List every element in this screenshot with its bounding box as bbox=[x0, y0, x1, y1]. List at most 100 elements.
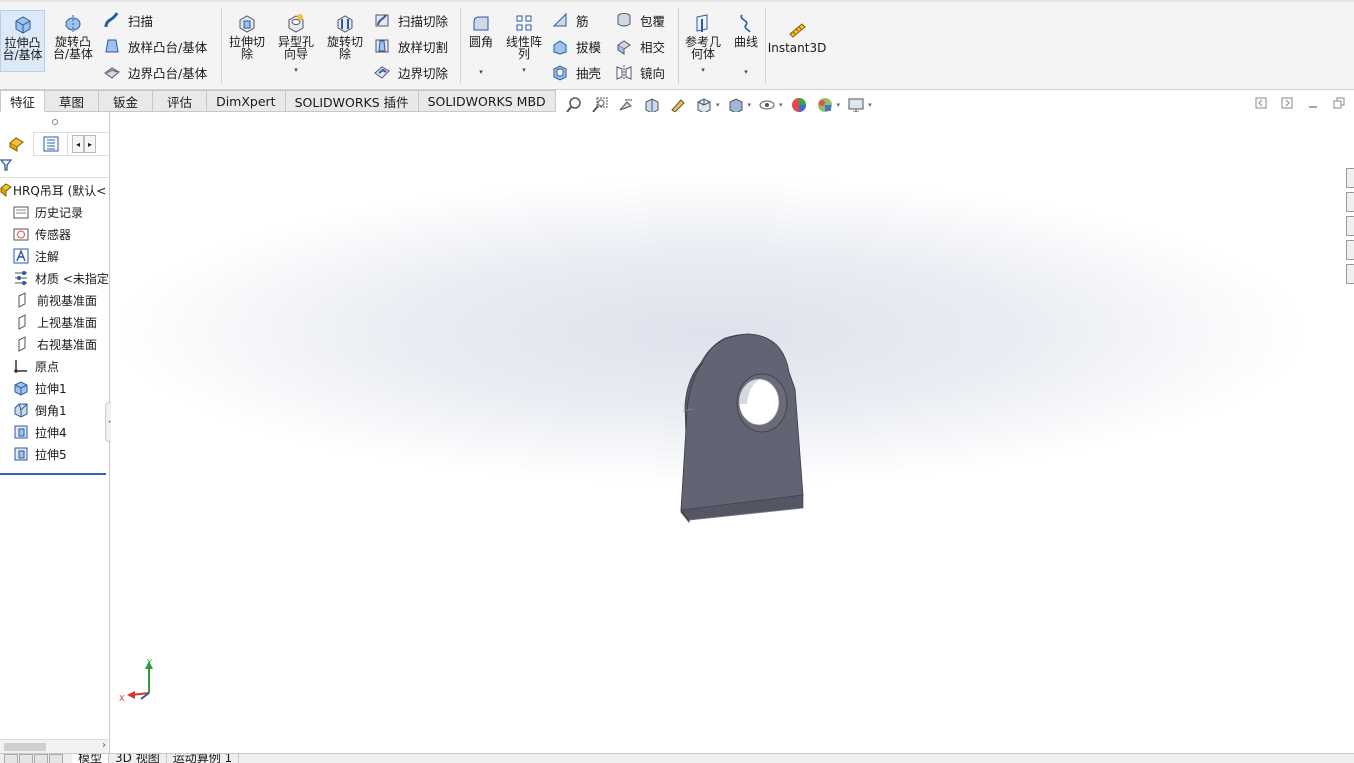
tree-item-part-root[interactable]: HRQ吊耳 (默认< bbox=[0, 179, 109, 201]
task-pane-tab[interactable] bbox=[1346, 240, 1354, 260]
hole-wizard-button[interactable]: 异型孔 向导 ▾ bbox=[274, 12, 318, 76]
extrude-cut-feature-icon bbox=[12, 445, 30, 463]
wrap-button[interactable]: 包覆 bbox=[614, 10, 665, 30]
boundary-boss-button[interactable]: 边界凸台/基体 bbox=[102, 62, 207, 82]
restore-icon[interactable] bbox=[1332, 96, 1346, 110]
extrude-boss-button[interactable]: 拉伸凸 台/基体 bbox=[0, 10, 45, 72]
lifting-lug-model[interactable] bbox=[679, 332, 839, 532]
tab-nav-first-icon[interactable] bbox=[4, 754, 18, 763]
sweep-button[interactable]: 扫描 bbox=[102, 10, 153, 30]
tree-item-label: 拉伸1 bbox=[35, 381, 67, 396]
loft-cut-button[interactable]: 放样切割 bbox=[372, 36, 448, 56]
tree-item-extrude4[interactable]: 拉伸4 bbox=[0, 421, 109, 443]
tab-nav-last-icon[interactable] bbox=[49, 754, 63, 763]
view-orientation-dropdown[interactable]: ▾ bbox=[716, 101, 720, 109]
curves-button[interactable]: 曲线 ▾ bbox=[730, 12, 762, 78]
tab-nav-next-icon[interactable] bbox=[34, 754, 48, 763]
tree-item-material[interactable]: 材质 <未指定 bbox=[0, 267, 109, 289]
tab-scroll-left-icon[interactable]: ◂ bbox=[72, 135, 84, 153]
tab-scroll-right-icon[interactable]: ▸ bbox=[84, 135, 96, 153]
hide-show-dropdown[interactable]: ▾ bbox=[779, 101, 783, 109]
boundary-cut-button[interactable]: 边界切除 bbox=[372, 62, 448, 82]
model-view-tabs: 模型 3D 视图 运动算例 1 bbox=[0, 753, 1354, 763]
rib-button[interactable]: 筋 bbox=[550, 10, 589, 30]
triad-x-label: X bbox=[119, 694, 125, 703]
boundary-cut-label: 边界切除 bbox=[398, 65, 449, 81]
linear-pattern-button[interactable]: 线性阵 列 ▾ bbox=[502, 12, 546, 76]
minimize-icon[interactable] bbox=[1306, 96, 1320, 110]
panel-grip[interactable] bbox=[0, 112, 109, 132]
extrude-boss-label: 拉伸凸 台/基体 bbox=[2, 36, 43, 62]
tab-features[interactable]: 特征 bbox=[0, 90, 46, 112]
tree-item-extrude5[interactable]: 拉伸5 bbox=[0, 443, 109, 465]
loft-boss-icon bbox=[102, 37, 122, 55]
tree-item-extrude1[interactable]: 拉伸1 bbox=[0, 377, 109, 399]
tab-motion-study[interactable]: 运动算例 1 bbox=[167, 754, 240, 763]
task-pane-tab[interactable] bbox=[1346, 168, 1354, 188]
curves-dropdown[interactable]: ▾ bbox=[744, 66, 748, 78]
tab-sketch[interactable]: 草图 bbox=[45, 90, 100, 112]
hole-wizard-dropdown[interactable]: ▾ bbox=[294, 64, 298, 76]
linear-pattern-icon bbox=[512, 12, 536, 34]
display-style-dropdown[interactable]: ▾ bbox=[748, 101, 752, 109]
sweep-cut-label: 扫描切除 bbox=[398, 13, 449, 29]
task-pane-tab[interactable] bbox=[1346, 216, 1354, 236]
scroll-right-icon[interactable]: › bbox=[102, 740, 106, 751]
sweep-cut-button[interactable]: 扫描切除 bbox=[372, 10, 448, 30]
scrollbar-thumb[interactable] bbox=[4, 743, 46, 751]
panel-horizontal-scrollbar[interactable]: › bbox=[0, 739, 108, 753]
tab-solidworks-addins[interactable]: SOLIDWORKS 插件 bbox=[285, 90, 419, 112]
tab-sheet-metal[interactable]: 钣金 bbox=[99, 90, 154, 112]
tab-3d-views[interactable]: 3D 视图 bbox=[109, 754, 167, 763]
tree-item-annotations[interactable]: 注解 bbox=[0, 245, 109, 267]
boundary-cut-icon bbox=[372, 63, 392, 81]
reference-geometry-button[interactable]: 参考几 何体 ▾ bbox=[682, 12, 724, 76]
tree-item-chamfer1[interactable]: 倒角1 bbox=[0, 399, 109, 421]
reference-geometry-dropdown[interactable]: ▾ bbox=[701, 64, 705, 76]
tab-dimxpert[interactable]: DimXpert bbox=[207, 90, 286, 112]
plane-icon bbox=[14, 335, 32, 353]
tree-item-right-plane[interactable]: 右视基准面 bbox=[0, 333, 109, 355]
fillet-dropdown[interactable]: ▾ bbox=[479, 66, 483, 78]
tree-item-sensors[interactable]: 传感器 bbox=[0, 223, 109, 245]
tile-right-icon[interactable] bbox=[1280, 96, 1294, 110]
tab-model[interactable]: 模型 bbox=[72, 754, 110, 763]
revolve-cut-button[interactable]: 旋转切 除 bbox=[323, 12, 367, 60]
graphics-area[interactable]: Y X bbox=[111, 112, 1354, 753]
chamfer-feature-icon bbox=[12, 401, 30, 419]
extrude-cut-label: 拉伸切 除 bbox=[228, 35, 265, 61]
loft-cut-icon bbox=[372, 37, 392, 55]
property-manager-tab-icon[interactable] bbox=[34, 132, 68, 156]
part-icon bbox=[0, 181, 12, 199]
draft-button[interactable]: 拔模 bbox=[550, 36, 601, 56]
shell-icon bbox=[550, 63, 570, 81]
apply-scene-dropdown[interactable]: ▾ bbox=[837, 101, 841, 109]
feature-manager-tab-icon[interactable] bbox=[0, 132, 34, 156]
tree-item-origin[interactable]: 原点 bbox=[0, 355, 109, 377]
tree-item-history[interactable]: 历史记录 bbox=[0, 201, 109, 223]
panel-tab-scroll: ◂ ▸ bbox=[72, 135, 96, 153]
tab-solidworks-mbd[interactable]: SOLIDWORKS MBD bbox=[418, 90, 556, 112]
task-pane-tab[interactable] bbox=[1346, 264, 1354, 284]
tile-left-icon[interactable] bbox=[1254, 96, 1268, 110]
tree-item-front-plane[interactable]: 前视基准面 bbox=[0, 289, 109, 311]
extrude-cut-button[interactable]: 拉伸切 除 bbox=[226, 12, 268, 60]
linear-pattern-dropdown[interactable]: ▾ bbox=[522, 64, 526, 76]
revolve-boss-button[interactable]: 旋转凸 台/基体 bbox=[50, 12, 96, 60]
feature-tree-filter[interactable] bbox=[0, 156, 109, 178]
loft-boss-button[interactable]: 放样凸台/基体 bbox=[102, 36, 207, 56]
shell-button[interactable]: 抽壳 bbox=[550, 62, 601, 82]
mirror-button[interactable]: 镜向 bbox=[614, 62, 665, 82]
fillet-button[interactable]: 圆角 ▾ bbox=[465, 12, 497, 78]
rollback-bar[interactable] bbox=[0, 473, 106, 475]
tab-evaluate[interactable]: 评估 bbox=[153, 90, 208, 112]
tab-nav-prev-icon[interactable] bbox=[19, 754, 33, 763]
view-settings-dropdown[interactable]: ▾ bbox=[868, 101, 872, 109]
tree-item-top-plane[interactable]: 上视基准面 bbox=[0, 311, 109, 333]
rib-icon bbox=[550, 11, 570, 29]
command-manager-tabs: 特征 草图 钣金 评估 DimXpert SOLIDWORKS 插件 SOLID… bbox=[0, 90, 556, 112]
intersect-button[interactable]: 相交 bbox=[614, 36, 665, 56]
task-pane-tab[interactable] bbox=[1346, 192, 1354, 212]
instant3d-button[interactable]: Instant3D bbox=[768, 18, 826, 54]
filter-icon[interactable] bbox=[0, 158, 13, 175]
